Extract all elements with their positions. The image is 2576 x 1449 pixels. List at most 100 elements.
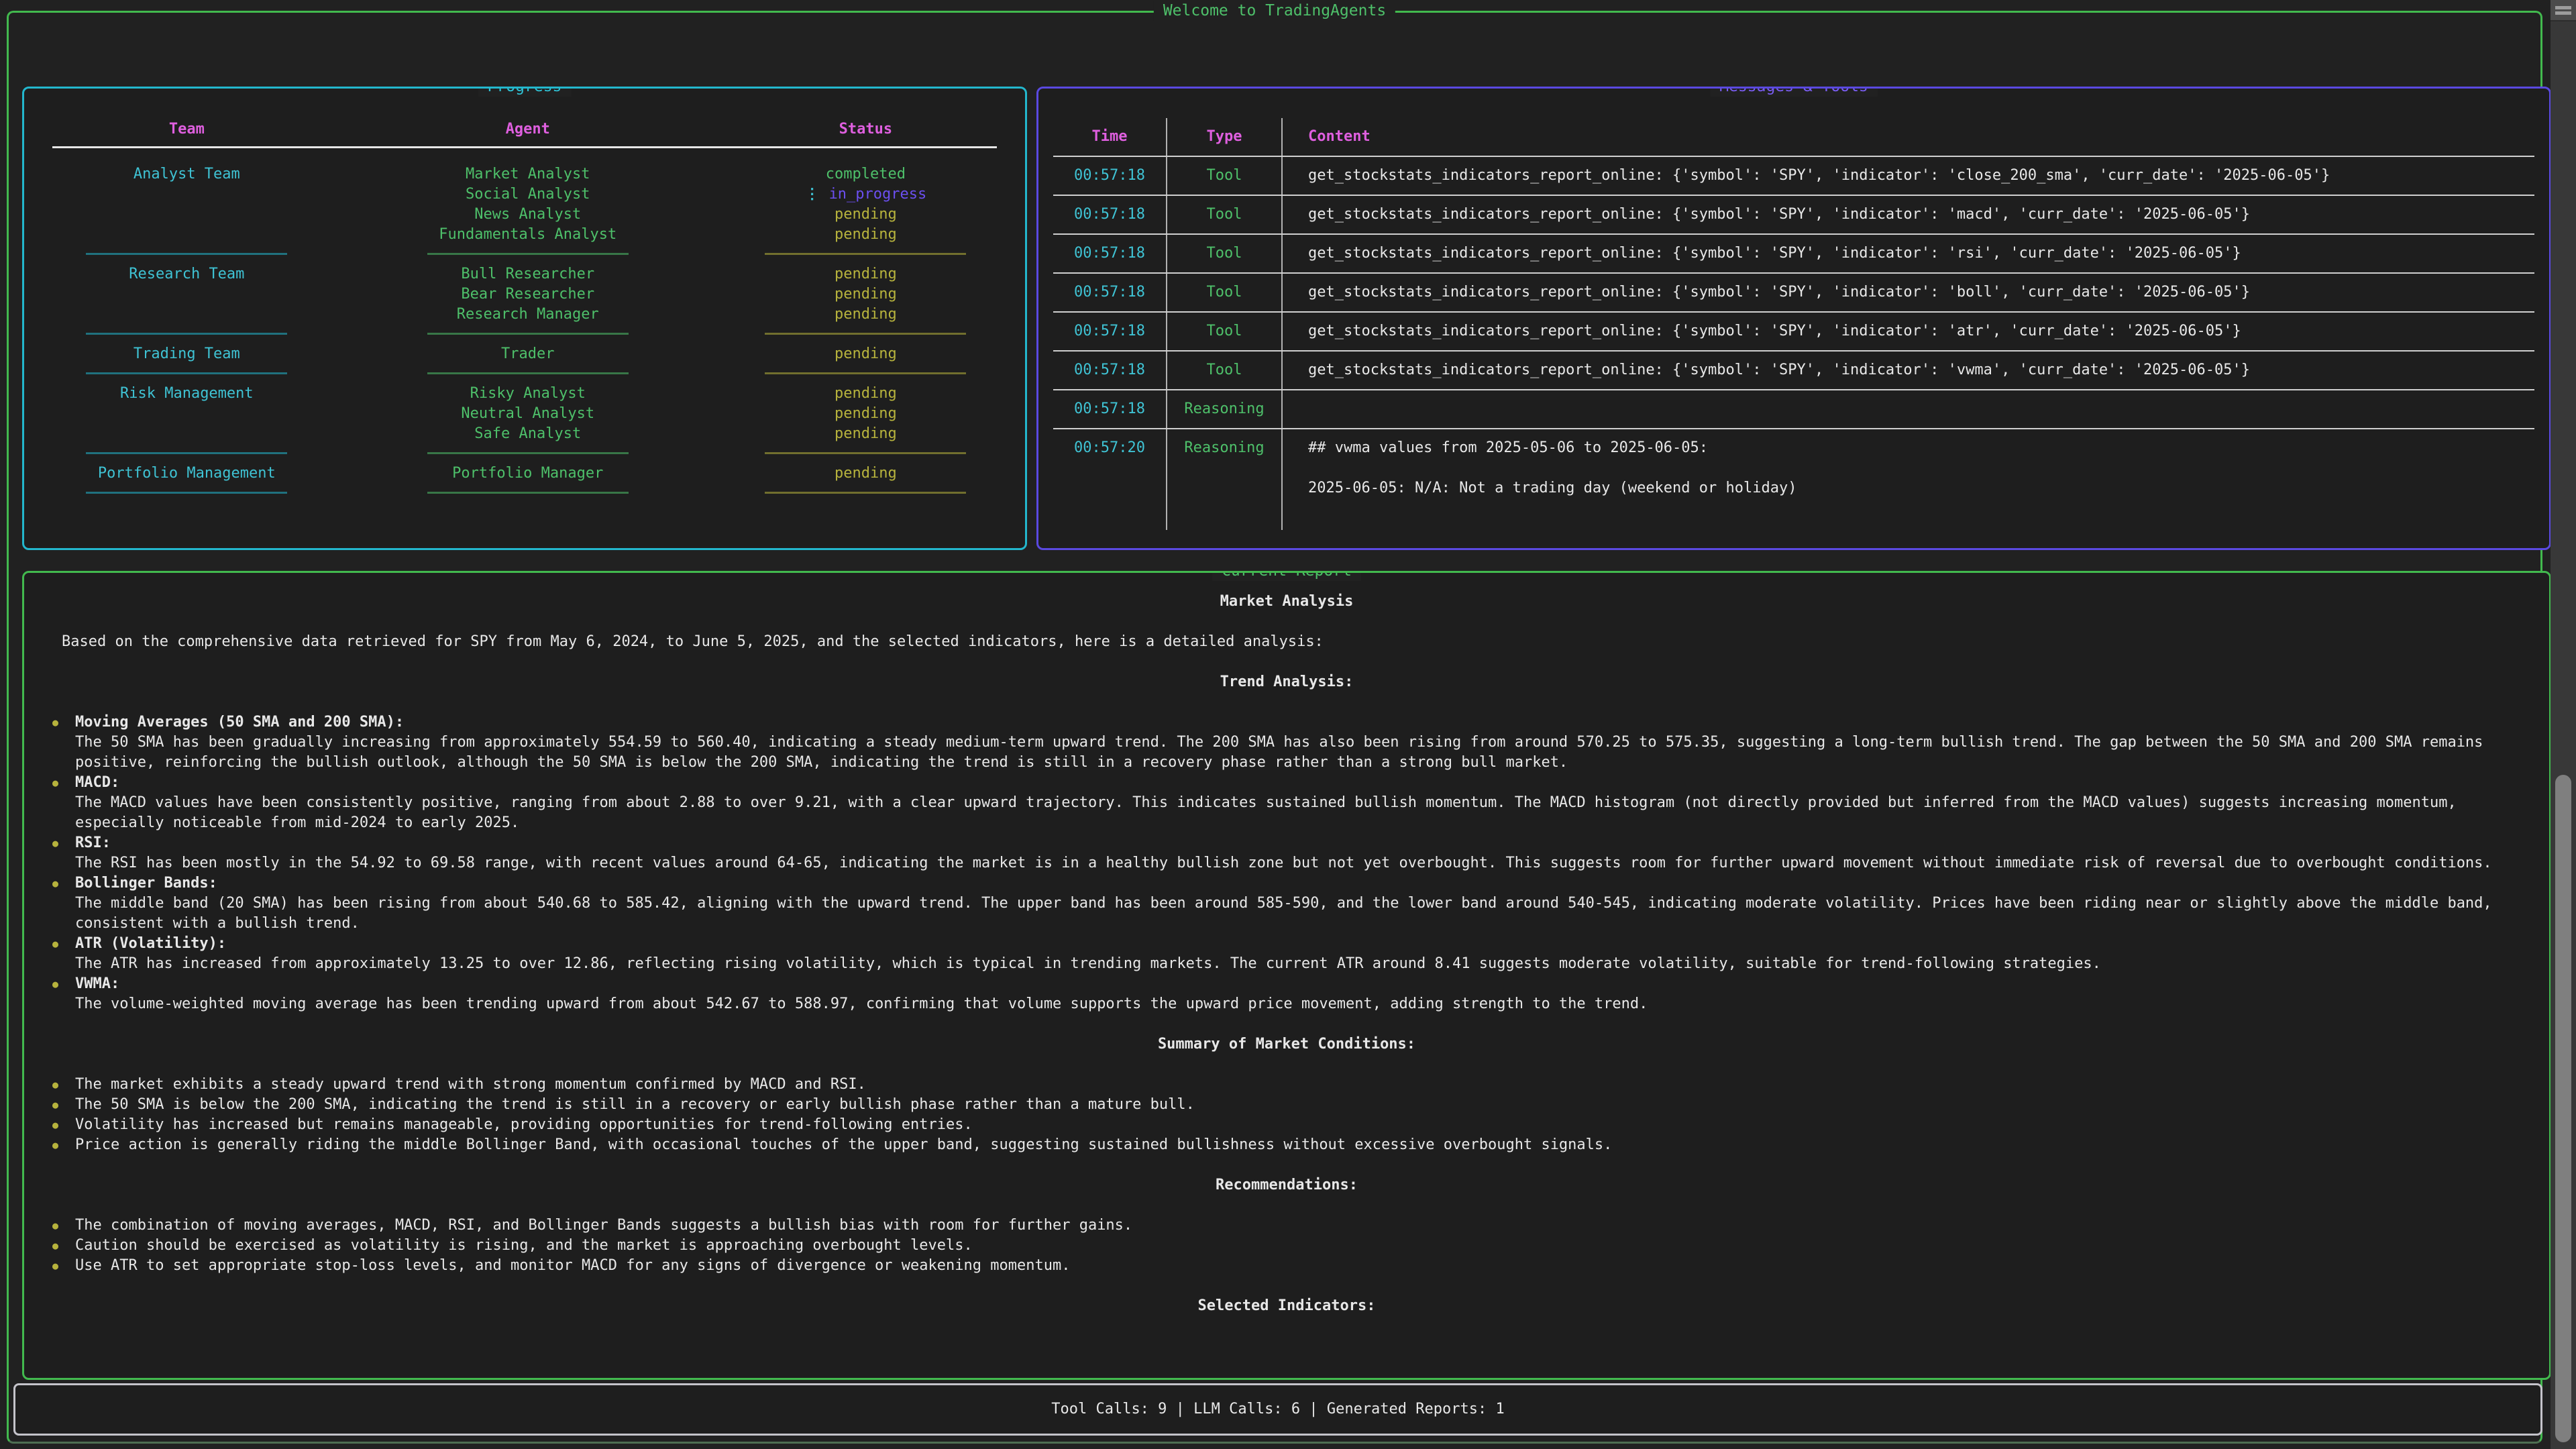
bullet-text: The volume-weighted moving average has b… — [75, 996, 1648, 1012]
section-heading: Selected Indicators: — [52, 1296, 2521, 1316]
message-row: 00:57:18 Reasoning — [1053, 389, 2534, 428]
bullet-text: Use ATR to set appropriate stop-loss lev… — [75, 1256, 2521, 1276]
status-badge: ⋮in_progress — [706, 184, 1025, 205]
bullet-text: Price action is generally riding the mid… — [75, 1135, 2521, 1155]
current-report-panel: Current Report Market Analysis Based on … — [22, 571, 2551, 1380]
group-rule — [706, 245, 1025, 264]
bullet-label: Moving Averages (50 SMA and 200 SMA): — [75, 712, 2521, 733]
report-bullet: ● Bollinger Bands:The middle band (20 SM… — [52, 873, 2521, 934]
message-time: 00:57:18 — [1053, 274, 1167, 311]
message-content: get_stockstats_indicators_report_online:… — [1283, 274, 2534, 311]
message-content: ## vwma values from 2025-05-06 to 2025-0… — [1283, 429, 2534, 530]
messages-tools-panel: Messages & Tools Time Type Content 00:57… — [1036, 87, 2551, 550]
bullet-icon: ● — [52, 1256, 67, 1276]
status-badge: pending — [706, 284, 1025, 305]
agent-name: Trader — [350, 344, 706, 364]
bullet-icon: ● — [52, 1115, 67, 1135]
group-rule — [24, 325, 350, 344]
report-bullet: ● The market exhibits a steady upward tr… — [52, 1075, 2521, 1095]
team-name-empty — [24, 184, 350, 205]
agent-name: Social Analyst — [350, 184, 706, 205]
bullet-icon: ● — [52, 1135, 67, 1155]
group-rule — [24, 444, 350, 464]
group-rule — [24, 245, 350, 264]
progress-panel-title: Progress — [478, 87, 572, 97]
team-name: Research Team — [24, 264, 350, 284]
scrollbar-menu-icon[interactable] — [2551, 0, 2576, 21]
column-header-status: Status — [706, 119, 1025, 146]
column-header-agent: Agent — [350, 119, 706, 146]
message-type: Tool — [1167, 352, 1283, 389]
message-time: 00:57:18 — [1053, 196, 1167, 233]
status-badge: pending — [706, 264, 1025, 284]
report-bullet: ● Caution should be exercised as volatil… — [52, 1236, 2521, 1256]
bullet-text: The middle band (20 SMA) has been rising… — [75, 895, 2492, 932]
bullet-text: Caution should be exercised as volatilit… — [75, 1236, 2521, 1256]
message-type: Tool — [1167, 274, 1283, 311]
bullet-text: The 50 SMA has been gradually increasing… — [75, 734, 2483, 771]
team-name: Analyst Team — [24, 164, 350, 184]
agent-name: Neutral Analyst — [350, 404, 706, 424]
spinner-icon: ⋮ — [805, 186, 820, 203]
bullet-icon: ● — [52, 934, 67, 974]
message-type: Reasoning — [1167, 390, 1283, 428]
team-name: Risk Management — [24, 384, 350, 404]
status-badge: completed — [706, 164, 1025, 184]
status-badge: pending — [706, 404, 1025, 424]
agent-name: Research Manager — [350, 305, 706, 325]
bullet-label: RSI: — [75, 833, 2521, 853]
group-rule — [706, 364, 1025, 384]
section-heading: Trend Analysis: — [52, 672, 2521, 692]
message-row: 00:57:18 Tool get_stockstats_indicators_… — [1053, 156, 2534, 195]
message-time: 00:57:18 — [1053, 313, 1167, 350]
group-rule — [350, 484, 706, 503]
agent-name: News Analyst — [350, 205, 706, 225]
group-rule — [350, 245, 706, 264]
progress-table: Team Agent Status Analyst Team Market An… — [24, 119, 1025, 503]
group-rule — [706, 484, 1025, 503]
report-bullet: ● Moving Averages (50 SMA and 200 SMA):T… — [52, 712, 2521, 773]
message-content: get_stockstats_indicators_report_online:… — [1283, 235, 2534, 272]
scrollbar-thumb[interactable] — [2555, 775, 2571, 1442]
message-content: get_stockstats_indicators_report_online:… — [1283, 157, 2534, 195]
team-name-empty — [24, 424, 350, 444]
bullet-label: ATR (Volatility): — [75, 934, 2521, 954]
report-intro: Based on the comprehensive data retrieve… — [62, 632, 2521, 652]
bullet-icon: ● — [52, 873, 67, 934]
bullet-label: Bollinger Bands: — [75, 873, 2521, 894]
team-name-empty — [24, 205, 350, 225]
message-content: get_stockstats_indicators_report_online:… — [1283, 313, 2534, 350]
team-name-empty — [24, 404, 350, 424]
agent-name: Safe Analyst — [350, 424, 706, 444]
bullet-icon: ● — [52, 712, 67, 773]
report-bullet: ● MACD:The MACD values have been consist… — [52, 773, 2521, 833]
bullet-icon: ● — [52, 1236, 67, 1256]
group-rule — [24, 484, 350, 503]
scrollbar-track[interactable] — [2551, 0, 2576, 1449]
message-content: get_stockstats_indicators_report_online:… — [1283, 352, 2534, 389]
bullet-label: VWMA: — [75, 974, 2521, 994]
stats-text: Tool Calls: 9 | LLM Calls: 6 | Generated… — [1051, 1399, 1505, 1419]
message-content: get_stockstats_indicators_report_online:… — [1283, 196, 2534, 233]
team-name: Portfolio Management — [24, 464, 350, 484]
bullet-text: The MACD values have been consistently p… — [75, 794, 2457, 831]
agent-name: Fundamentals Analyst — [350, 225, 706, 245]
message-row: 00:57:18 Tool get_stockstats_indicators_… — [1053, 272, 2534, 311]
message-type: Reasoning — [1167, 429, 1283, 530]
progress-panel: Progress Team Agent Status Analyst Team … — [22, 87, 1027, 550]
app-window: Welcome to TradingAgents Progress Team A… — [7, 11, 2542, 1444]
status-badge: pending — [706, 344, 1025, 364]
messages-panel-title: Messages & Tools — [1710, 87, 1878, 97]
message-time: 00:57:18 — [1053, 352, 1167, 389]
team-name-empty — [24, 284, 350, 305]
message-type: Tool — [1167, 313, 1283, 350]
report-bullet: ● Use ATR to set appropriate stop-loss l… — [52, 1256, 2521, 1276]
agent-name: Bear Researcher — [350, 284, 706, 305]
column-header-type: Type — [1167, 118, 1283, 156]
bullet-text: The ATR has increased from approximately… — [75, 955, 2101, 972]
column-header-time: Time — [1053, 118, 1167, 156]
bullet-text: The combination of moving averages, MACD… — [75, 1216, 2521, 1236]
message-row: 00:57:18 Tool get_stockstats_indicators_… — [1053, 311, 2534, 350]
group-rule — [350, 325, 706, 344]
message-row: 00:57:18 Tool get_stockstats_indicators_… — [1053, 195, 2534, 233]
